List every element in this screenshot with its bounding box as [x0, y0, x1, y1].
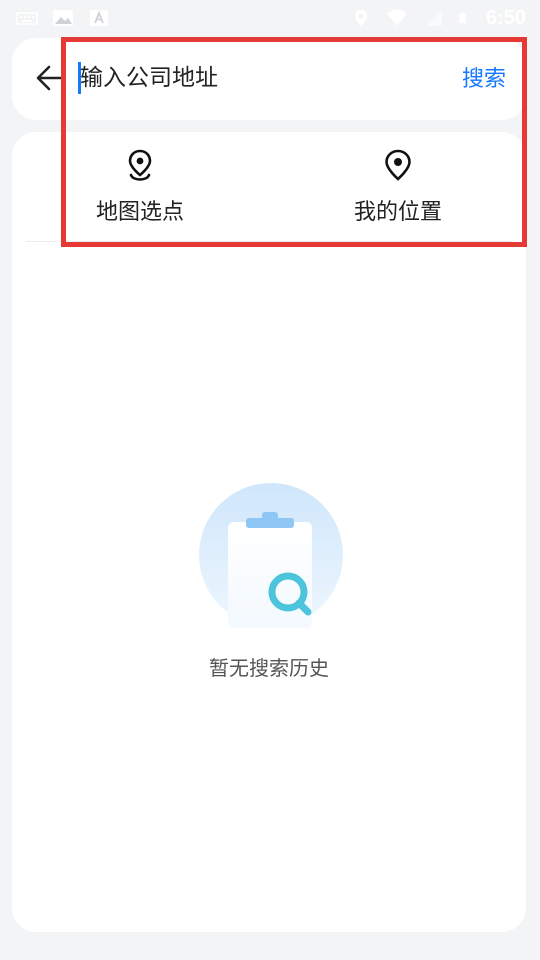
- my-location-button[interactable]: 我的位置: [308, 148, 488, 228]
- clipboard-search-icon: [199, 483, 343, 628]
- map-select-label: 地图选点: [95, 200, 184, 225]
- my-location-icon: [385, 149, 411, 181]
- text-icon: [90, 10, 108, 26]
- map-select-button[interactable]: 地图选点: [50, 148, 230, 228]
- signal-icon: [425, 10, 442, 26]
- status-left-icons: [16, 9, 110, 27]
- back-button[interactable]: [30, 58, 70, 98]
- map-pin-icon: [128, 149, 152, 181]
- keyboard-icon: [16, 12, 38, 25]
- search-input[interactable]: [80, 56, 440, 100]
- wifi-icon: [386, 9, 407, 26]
- image-icon: [53, 10, 73, 26]
- search-button[interactable]: 搜索: [462, 60, 506, 100]
- my-location-label: 我的位置: [353, 200, 442, 225]
- empty-state-text: 暂无搜索历史: [209, 656, 329, 680]
- status-time: 6:50: [485, 6, 526, 29]
- content-panel: 地图选点 我的位置 暂无搜索历史: [12, 132, 526, 932]
- status-bar: 6:50: [0, 0, 540, 36]
- battery-icon: [459, 12, 466, 24]
- location-icon: [354, 10, 367, 26]
- divider: [26, 241, 512, 242]
- search-bar: 搜索: [12, 38, 526, 120]
- arrow-left-icon: [36, 65, 64, 91]
- status-right-icons: 6:50: [350, 7, 526, 30]
